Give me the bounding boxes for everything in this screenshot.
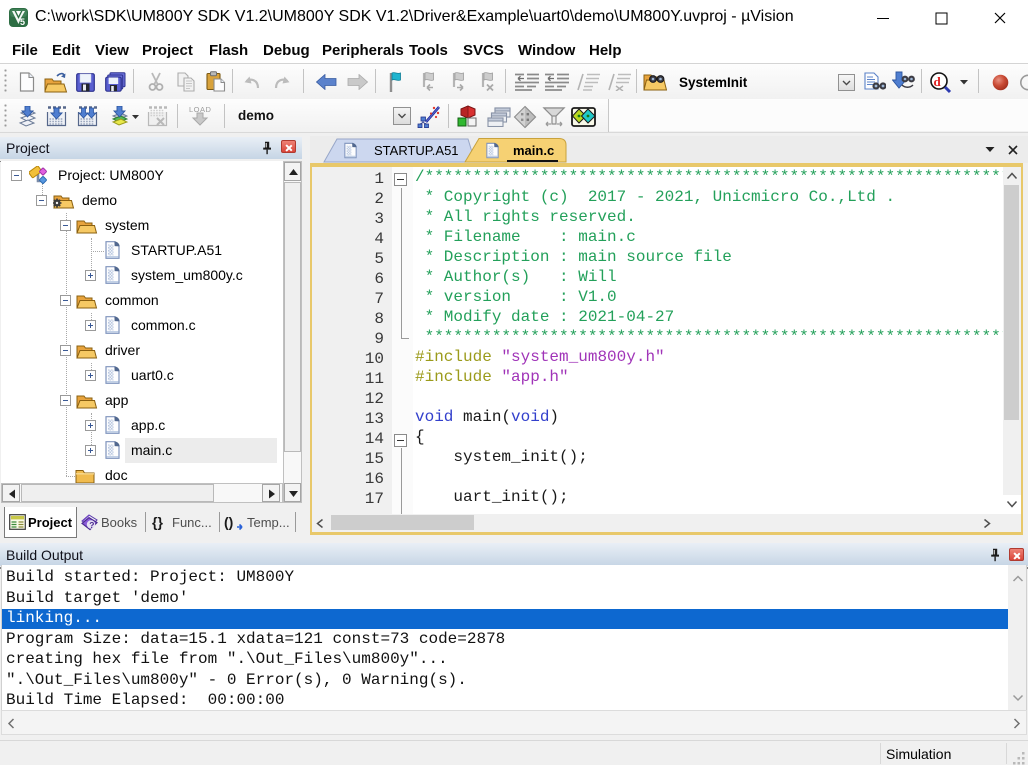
svg-text:d: d (934, 74, 942, 89)
svg-text:5: 5 (20, 17, 25, 27)
svg-text:?: ? (89, 520, 94, 530)
